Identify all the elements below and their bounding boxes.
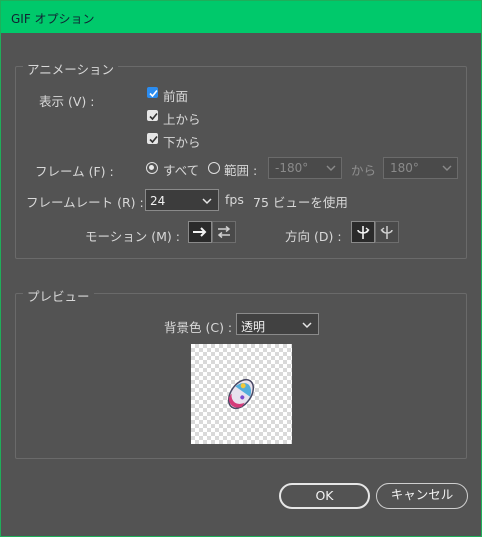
direction-label: 方向 (D) :: [285, 229, 342, 244]
direction-clockwise-button[interactable]: [351, 221, 375, 243]
cancel-button[interactable]: キャンセル: [376, 483, 468, 509]
front-checkbox[interactable]: [147, 87, 158, 98]
chevron-down-icon: [326, 165, 336, 171]
fps-note: 75 ビューを使用: [253, 195, 348, 210]
frames-all-radio[interactable]: [146, 162, 158, 174]
framerate-value: 24: [150, 194, 166, 208]
chevron-down-icon: [442, 165, 452, 171]
bottom-label[interactable]: 下から: [163, 132, 201, 151]
title-bar: GIF オプション: [1, 1, 481, 33]
display-label: 表示 (V) :: [39, 94, 95, 109]
checkmark-icon: [149, 135, 158, 144]
preview-object-icon: [227, 378, 255, 410]
background-color-label: 背景色 (C) :: [164, 320, 233, 335]
checkmark-icon: [149, 112, 158, 121]
framerate-combo[interactable]: 24: [145, 189, 219, 211]
rotate-clockwise-icon: [357, 226, 370, 239]
frames-range-label[interactable]: 範囲 :: [224, 160, 257, 179]
checkmark-icon: [149, 89, 158, 98]
top-checkbox[interactable]: [147, 110, 158, 121]
frames-all-label[interactable]: すべて: [163, 160, 199, 179]
rotate-counterclockwise-icon: [380, 226, 393, 239]
framerate-label: フレームレート (R) :: [26, 195, 144, 210]
window-title: GIF オプション: [11, 12, 95, 26]
motion-forward-button[interactable]: [188, 221, 212, 243]
frames-range-radio[interactable]: [208, 162, 220, 174]
frames-label: フレーム (F) :: [35, 164, 114, 179]
fps-label: fps: [225, 192, 244, 207]
range-from-select[interactable]: -180°: [268, 157, 342, 179]
range-to-label: から: [351, 163, 377, 178]
top-label[interactable]: 上から: [163, 109, 201, 128]
front-label[interactable]: 前面: [163, 86, 188, 105]
preview-image: [191, 344, 292, 444]
swap-arrows-icon: [217, 225, 231, 239]
ok-button[interactable]: OK: [279, 483, 370, 509]
direction-counterclockwise-button[interactable]: [375, 221, 399, 243]
range-to-value: 180°: [390, 161, 419, 175]
preview-group-title: プレビュー: [23, 286, 94, 305]
background-color-select[interactable]: 透明: [236, 313, 319, 335]
range-from-value: -180°: [275, 161, 309, 175]
chevron-down-icon: [202, 198, 212, 205]
range-to-select[interactable]: 180°: [383, 157, 458, 179]
bottom-checkbox[interactable]: [147, 133, 158, 144]
motion-pingpong-button[interactable]: [212, 221, 236, 243]
motion-label: モーション (M) :: [85, 229, 180, 244]
chevron-down-icon: [302, 322, 312, 329]
gif-options-dialog: GIF オプション アニメーション 表示 (V) : 前面 上から 下から フレ…: [0, 0, 482, 537]
animation-group-title: アニメーション: [23, 59, 119, 78]
arrow-right-icon: [193, 227, 207, 237]
background-color-value: 透明: [241, 320, 266, 334]
